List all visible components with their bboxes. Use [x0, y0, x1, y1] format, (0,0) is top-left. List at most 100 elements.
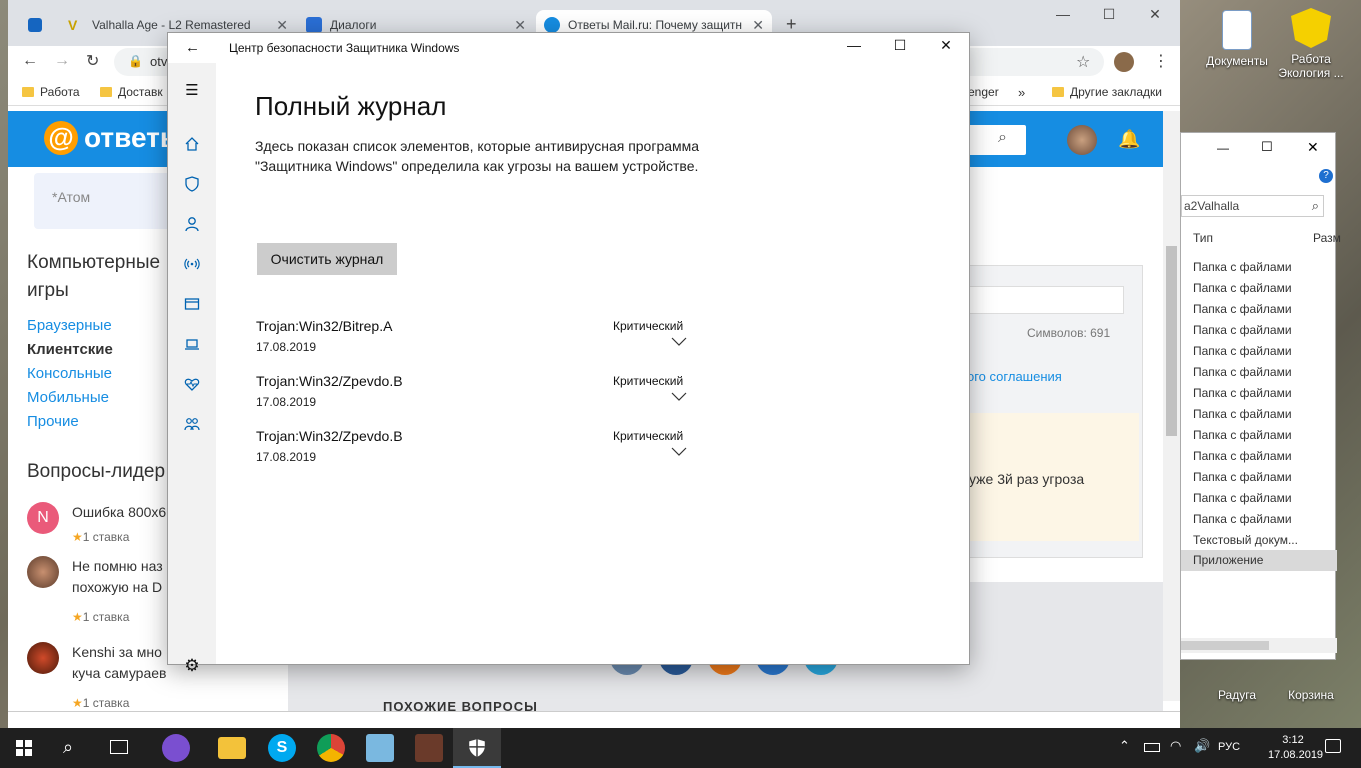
close-button[interactable]: ✕: [1132, 6, 1178, 23]
question-text[interactable]: Ошибка 800x6: [72, 502, 166, 523]
forward-icon[interactable]: →: [54, 52, 70, 70]
volume-icon[interactable]: 🔊: [1194, 738, 1210, 754]
battery-icon[interactable]: [1144, 743, 1160, 752]
wifi-icon[interactable]: ◠: [1170, 738, 1181, 754]
search-icon[interactable]: ⌕: [63, 737, 73, 758]
file-row[interactable]: Папка с файлами: [1193, 470, 1292, 484]
bookmarks-overflow-icon[interactable]: »: [1018, 85, 1025, 100]
chevron-down-icon[interactable]: [671, 336, 687, 348]
maximize-button[interactable]: ☐: [877, 37, 923, 59]
site-app-icon[interactable]: [28, 18, 42, 32]
column-size[interactable]: Разм: [1313, 231, 1341, 245]
category-console[interactable]: Консольные: [27, 365, 112, 382]
file-row[interactable]: Папка с файлами: [1193, 407, 1292, 421]
maximize-button[interactable]: ☐: [1261, 139, 1273, 155]
search-icon[interactable]: ⌕: [998, 129, 1007, 147]
bookmark-delivery[interactable]: Доставк: [100, 85, 163, 99]
close-button[interactable]: ✕: [923, 37, 969, 59]
desktop-icon-work[interactable]: Работа Экология ...: [1271, 8, 1351, 80]
file-row[interactable]: Текстовый докум...: [1193, 533, 1298, 547]
threat-item[interactable]: Trojan:Win32/Zpevdo.B 17.08.2019 Критиче…: [256, 373, 706, 423]
account-icon[interactable]: [183, 215, 201, 233]
close-tab-icon[interactable]: ✕: [514, 17, 526, 34]
desktop-icon-documents[interactable]: Документы: [1197, 10, 1277, 68]
minimize-button[interactable]: —: [1040, 6, 1086, 22]
question-text-line2[interactable]: куча самураев: [72, 663, 166, 684]
file-row[interactable]: Папка с файлами: [1193, 344, 1292, 358]
category-client[interactable]: Клиентские: [27, 341, 113, 358]
bookmark-star-icon[interactable]: ☆: [1076, 52, 1090, 72]
topic-field[interactable]: *Атом: [34, 173, 184, 229]
app-browser-icon[interactable]: [183, 295, 201, 313]
shield-icon[interactable]: [183, 175, 201, 193]
search-input[interactable]: ⌕: [968, 125, 1026, 155]
new-tab-button[interactable]: +: [786, 14, 797, 35]
windows-start-icon[interactable]: [16, 740, 32, 756]
help-icon[interactable]: ?: [1319, 169, 1333, 183]
search-icon[interactable]: ⌕: [1312, 198, 1319, 214]
maximize-button[interactable]: ☐: [1086, 6, 1132, 23]
page-scrollbar[interactable]: [1163, 111, 1180, 701]
hamburger-menu-icon[interactable]: ☰: [183, 81, 201, 99]
file-row[interactable]: Папка с файлами: [1193, 491, 1292, 505]
back-icon[interactable]: ←: [22, 52, 38, 70]
category-browser[interactable]: Браузерные: [27, 317, 112, 334]
back-icon[interactable]: ←: [185, 39, 200, 56]
defender-taskbar-button[interactable]: [453, 728, 501, 768]
agreement-link[interactable]: ого соглашения: [967, 369, 1062, 384]
user-avatar[interactable]: [1067, 125, 1097, 155]
file-row[interactable]: Папка с файлами: [1193, 302, 1292, 316]
clock[interactable]: 3:12 17.08.2019: [1268, 733, 1323, 763]
close-button[interactable]: ✕: [1307, 139, 1319, 156]
threat-item[interactable]: Trojan:Win32/Zpevdo.B 17.08.2019 Критиче…: [256, 428, 706, 478]
input-language[interactable]: РУС: [1218, 741, 1240, 753]
skype-icon[interactable]: S: [268, 734, 296, 762]
device-security-icon[interactable]: [183, 335, 201, 353]
clear-history-button[interactable]: Очистить журнал: [257, 243, 397, 275]
explorer-search-input[interactable]: a2Valhalla ⌕: [1181, 195, 1324, 217]
close-tab-icon[interactable]: ✕: [276, 17, 288, 34]
tray-overflow-icon[interactable]: ⌃: [1119, 738, 1130, 754]
question-text[interactable]: Kenshi за мно: [72, 642, 162, 663]
column-type[interactable]: Тип: [1193, 231, 1213, 245]
answer-input[interactable]: [967, 286, 1124, 314]
minimize-button[interactable]: —: [831, 37, 877, 59]
menu-dots-icon[interactable]: ⋮: [1153, 51, 1169, 71]
notifications-icon[interactable]: [1325, 739, 1341, 753]
chrome-icon[interactable]: [317, 734, 345, 762]
file-row[interactable]: Папка с файлами: [1193, 512, 1292, 526]
mail-answers-logo[interactable]: @ ответы: [44, 121, 184, 155]
chevron-down-icon[interactable]: [671, 391, 687, 403]
bookmark-messenger[interactable]: enger: [968, 85, 999, 99]
question-text[interactable]: Не помню наз: [72, 556, 163, 577]
close-tab-icon[interactable]: ✕: [752, 17, 764, 34]
threat-item[interactable]: Trojan:Win32/Bitrep.A 17.08.2019 Критиче…: [256, 318, 706, 368]
file-row[interactable]: Папка с файлами: [1193, 449, 1292, 463]
bookmark-work[interactable]: Работа: [22, 85, 80, 99]
family-icon[interactable]: [183, 415, 201, 433]
file-row[interactable]: Папка с файлами: [1193, 323, 1292, 337]
settings-gear-icon[interactable]: ⚙: [183, 656, 201, 675]
question-text-line2[interactable]: похожую на D: [72, 577, 162, 598]
cortana-mic-icon[interactable]: [162, 734, 190, 762]
bookmark-other[interactable]: Другие закладки: [1052, 85, 1162, 99]
file-row[interactable]: Папка с файлами: [1193, 428, 1292, 442]
task-view-icon[interactable]: [110, 740, 128, 754]
minimize-button[interactable]: —: [1217, 141, 1229, 155]
file-explorer-icon[interactable]: [218, 737, 246, 759]
reload-icon[interactable]: ↻: [86, 51, 99, 71]
notification-bell-icon[interactable]: 🔔: [1118, 129, 1140, 150]
scrollbar-thumb[interactable]: [1166, 246, 1177, 436]
device-health-icon[interactable]: [183, 375, 201, 393]
file-row[interactable]: Папка с файлами: [1193, 281, 1292, 295]
file-row[interactable]: Папка с файлами: [1193, 386, 1292, 400]
game-app-icon[interactable]: [415, 734, 443, 762]
horizontal-scrollbar[interactable]: [1181, 638, 1337, 653]
network-icon[interactable]: [183, 255, 201, 273]
notepad-app-icon[interactable]: [366, 734, 394, 762]
scrollbar-thumb[interactable]: [1181, 641, 1269, 650]
file-row-selected[interactable]: Приложение: [1181, 550, 1337, 571]
chevron-down-icon[interactable]: [671, 446, 687, 458]
category-mobile[interactable]: Мобильные: [27, 389, 109, 406]
profile-avatar[interactable]: [1114, 52, 1134, 72]
